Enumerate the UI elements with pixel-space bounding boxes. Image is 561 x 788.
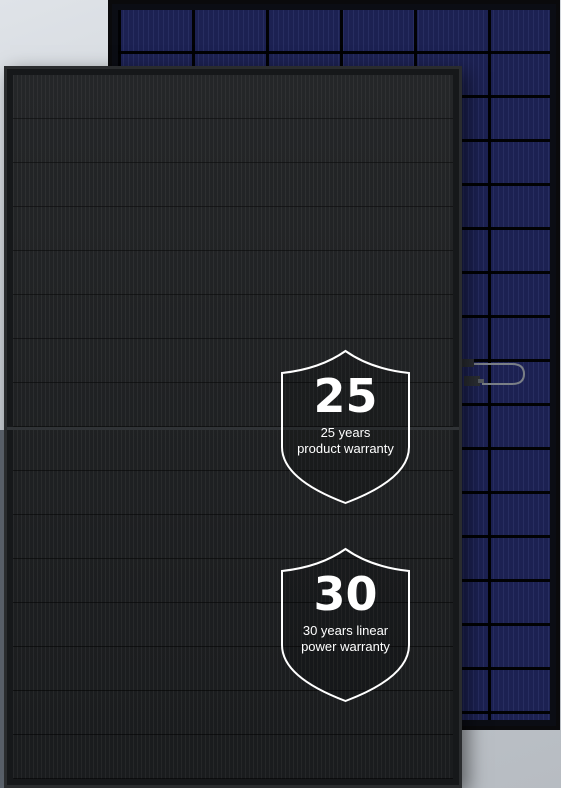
warranty-caption-line1: 25 years bbox=[320, 425, 371, 440]
warranty-caption: 30 years linear power warranty bbox=[284, 623, 407, 655]
junction-box-cable-icon bbox=[462, 359, 526, 386]
warranty-caption: 25 years product warranty bbox=[284, 425, 407, 457]
warranty-years-number: 30 bbox=[313, 567, 378, 621]
warranty-years-number: 25 bbox=[313, 369, 378, 423]
warranty-badge-product: 25 25 years product warranty bbox=[280, 349, 411, 505]
warranty-badge-power: 30 30 years linear power warranty bbox=[280, 547, 411, 703]
warranty-caption-line2: product warranty bbox=[297, 441, 394, 456]
warranty-caption-line2: power warranty bbox=[301, 639, 390, 654]
warranty-caption-line1: 30 years linear bbox=[302, 623, 389, 638]
